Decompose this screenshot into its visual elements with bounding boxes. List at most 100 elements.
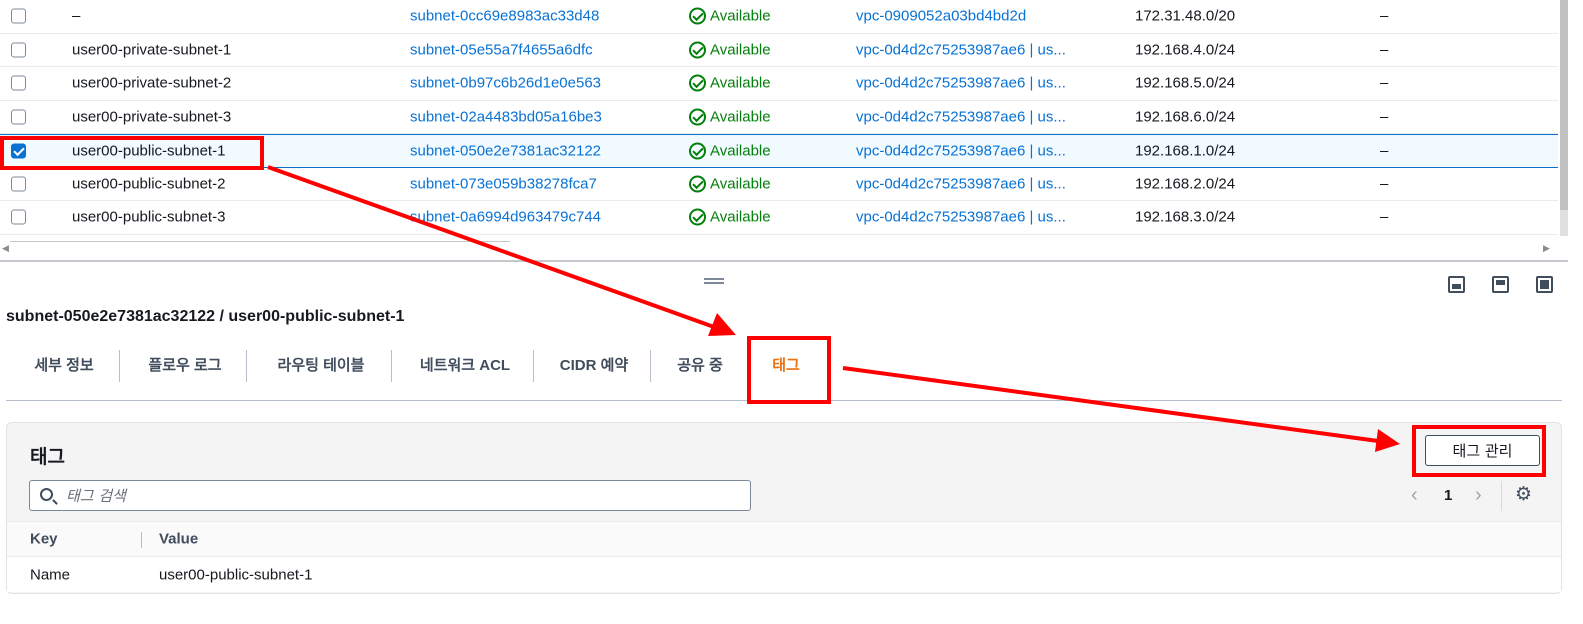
subnet-state: Available bbox=[689, 108, 771, 126]
table-row[interactable]: user00-private-subnet-1 subnet-05e55a7f4… bbox=[0, 34, 1558, 67]
tag-key: Name bbox=[30, 566, 71, 583]
status-available-icon bbox=[689, 41, 706, 59]
table-row[interactable]: user00-private-subnet-3 subnet-02a4483bd… bbox=[0, 101, 1558, 134]
subnet-id-link[interactable]: subnet-05e55a7f4655a6dfc bbox=[410, 41, 593, 58]
ipv6-cidr: – bbox=[1380, 74, 1389, 92]
tab-divider bbox=[391, 350, 392, 382]
subnet-id-link[interactable]: subnet-050e2e7381ac32122 bbox=[410, 142, 601, 159]
table-row: Name user00-public-subnet-1 bbox=[7, 557, 1561, 592]
row-checkbox[interactable] bbox=[11, 109, 26, 125]
tab-cidr-reservations[interactable]: CIDR 예약 bbox=[545, 344, 643, 388]
manage-tags-button[interactable]: 태그 관리 bbox=[1425, 435, 1540, 466]
ipv6-cidr: – bbox=[1380, 7, 1389, 25]
scroll-right-icon[interactable]: ▶ bbox=[1543, 243, 1550, 254]
column-header-key[interactable]: Key bbox=[30, 531, 58, 548]
tag-search-input[interactable] bbox=[66, 481, 746, 510]
vpc-link[interactable]: vpc-0d4d2c75253987ae6 | us... bbox=[856, 209, 1066, 226]
subnet-name: user00-public-subnet-2 bbox=[72, 175, 226, 193]
vertical-scrollbar[interactable] bbox=[1560, 0, 1568, 236]
ipv4-cidr: 192.168.5.0/24 bbox=[1135, 74, 1236, 92]
tag-value: user00-public-subnet-1 bbox=[159, 566, 313, 583]
ipv6-cidr: – bbox=[1380, 108, 1389, 126]
subnet-name: – bbox=[72, 7, 81, 25]
table-row-selected[interactable]: user00-public-subnet-1 subnet-050e2e7381… bbox=[0, 134, 1558, 168]
subnet-state: Available bbox=[689, 142, 771, 160]
status-available-icon bbox=[689, 7, 706, 25]
horizontal-scrollbar[interactable]: ◀ ▶ bbox=[0, 240, 1558, 256]
table-row[interactable]: user00-public-subnet-3 subnet-0a6994d963… bbox=[0, 201, 1558, 235]
table-row[interactable]: user00-private-subnet-2 subnet-0b97c6b26… bbox=[0, 67, 1558, 101]
tab-flow-logs[interactable]: 플로우 로그 bbox=[131, 344, 239, 388]
vpc-link[interactable]: vpc-0909052a03bd4bd2d bbox=[856, 8, 1026, 25]
tab-divider bbox=[246, 350, 247, 382]
row-checkbox-checked[interactable] bbox=[11, 143, 26, 159]
subnet-id-link[interactable]: subnet-0b97c6b26d1e0e563 bbox=[410, 75, 601, 92]
tab-route-table[interactable]: 라우팅 테이블 bbox=[258, 344, 384, 388]
vpc-link[interactable]: vpc-0d4d2c75253987ae6 | us... bbox=[856, 41, 1066, 58]
tags-container: 태그 태그 관리 ‹ 1 › ⚙ Key Value Name user00-p… bbox=[6, 422, 1562, 594]
ipv4-cidr: 172.31.48.0/20 bbox=[1135, 7, 1236, 25]
status-available-icon bbox=[689, 74, 706, 92]
column-header-value[interactable]: Value bbox=[159, 531, 198, 548]
ipv6-cidr: – bbox=[1380, 41, 1389, 59]
column-divider[interactable] bbox=[141, 532, 142, 548]
table-row[interactable]: – subnet-0cc69e8983ac33d48 Available vpc… bbox=[0, 0, 1558, 34]
table-row[interactable]: user00-public-subnet-2 subnet-073e059b38… bbox=[0, 168, 1558, 201]
state-label: Available bbox=[710, 175, 771, 193]
tab-network-acl[interactable]: 네트워크 ACL bbox=[403, 344, 527, 388]
subnet-id-link[interactable]: subnet-073e059b38278fca7 bbox=[410, 175, 597, 192]
tags-table: Key Value Name user00-public-subnet-1 bbox=[7, 521, 1561, 592]
tab-tags[interactable]: 태그 bbox=[751, 344, 821, 388]
row-checkbox[interactable] bbox=[11, 209, 26, 225]
ipv4-cidr: 192.168.1.0/24 bbox=[1135, 142, 1236, 160]
subnet-name: user00-public-subnet-1 bbox=[72, 142, 226, 160]
scroll-left-icon[interactable]: ◀ bbox=[2, 243, 9, 254]
state-label: Available bbox=[710, 108, 771, 126]
subnet-table: – subnet-0cc69e8983ac33d48 Available vpc… bbox=[0, 0, 1558, 235]
scrollbar-thumb[interactable] bbox=[1560, 0, 1568, 210]
chevron-right-icon[interactable]: › bbox=[1475, 484, 1482, 507]
table-header: Key Value bbox=[7, 521, 1561, 557]
panel-title: subnet-050e2e7381ac32122 / user00-public… bbox=[6, 308, 405, 325]
page-number[interactable]: 1 bbox=[1444, 487, 1452, 504]
vpc-link[interactable]: vpc-0d4d2c75253987ae6 | us... bbox=[856, 175, 1066, 192]
tab-sharing[interactable]: 공유 중 bbox=[662, 344, 738, 388]
pager-divider bbox=[1501, 481, 1502, 511]
state-label: Available bbox=[710, 142, 771, 160]
tab-divider bbox=[650, 350, 651, 382]
subnet-state: Available bbox=[689, 74, 771, 92]
tags-heading: 태그 bbox=[30, 447, 65, 468]
vpc-link[interactable]: vpc-0d4d2c75253987ae6 | us... bbox=[856, 142, 1066, 159]
row-checkbox[interactable] bbox=[11, 176, 26, 192]
tab-details[interactable]: 세부 정보 bbox=[16, 344, 112, 388]
ipv6-cidr: – bbox=[1380, 208, 1389, 226]
row-checkbox[interactable] bbox=[11, 8, 26, 24]
vpc-link[interactable]: vpc-0d4d2c75253987ae6 | us... bbox=[856, 75, 1066, 92]
status-available-icon bbox=[689, 208, 706, 226]
settings-icon[interactable]: ⚙ bbox=[1515, 485, 1532, 504]
row-checkbox[interactable] bbox=[11, 42, 26, 58]
subnet-state: Available bbox=[689, 41, 771, 59]
tag-search[interactable] bbox=[29, 480, 751, 511]
subnet-state: Available bbox=[689, 7, 771, 25]
panel-bottom-icon[interactable] bbox=[1448, 276, 1465, 293]
tab-divider bbox=[533, 350, 534, 382]
state-label: Available bbox=[710, 74, 771, 92]
status-available-icon bbox=[689, 142, 706, 160]
drag-handle-icon[interactable] bbox=[704, 278, 724, 284]
subnet-state: Available bbox=[689, 208, 771, 226]
scrollbar-track[interactable] bbox=[10, 241, 510, 242]
chevron-left-icon[interactable]: ‹ bbox=[1411, 484, 1418, 507]
ipv4-cidr: 192.168.4.0/24 bbox=[1135, 41, 1236, 59]
subnet-id-link[interactable]: subnet-02a4483bd05a16be3 bbox=[410, 108, 602, 125]
ipv6-cidr: – bbox=[1380, 142, 1389, 160]
state-label: Available bbox=[710, 7, 771, 25]
status-available-icon bbox=[689, 108, 706, 126]
vpc-link[interactable]: vpc-0d4d2c75253987ae6 | us... bbox=[856, 108, 1066, 125]
subnet-id-link[interactable]: subnet-0cc69e8983ac33d48 bbox=[410, 8, 599, 25]
status-available-icon bbox=[689, 175, 706, 193]
panel-side-icon[interactable] bbox=[1492, 276, 1509, 293]
subnet-id-link[interactable]: subnet-0a6994d963479c744 bbox=[410, 209, 601, 226]
row-checkbox[interactable] bbox=[11, 75, 26, 91]
panel-full-icon[interactable] bbox=[1536, 276, 1553, 293]
